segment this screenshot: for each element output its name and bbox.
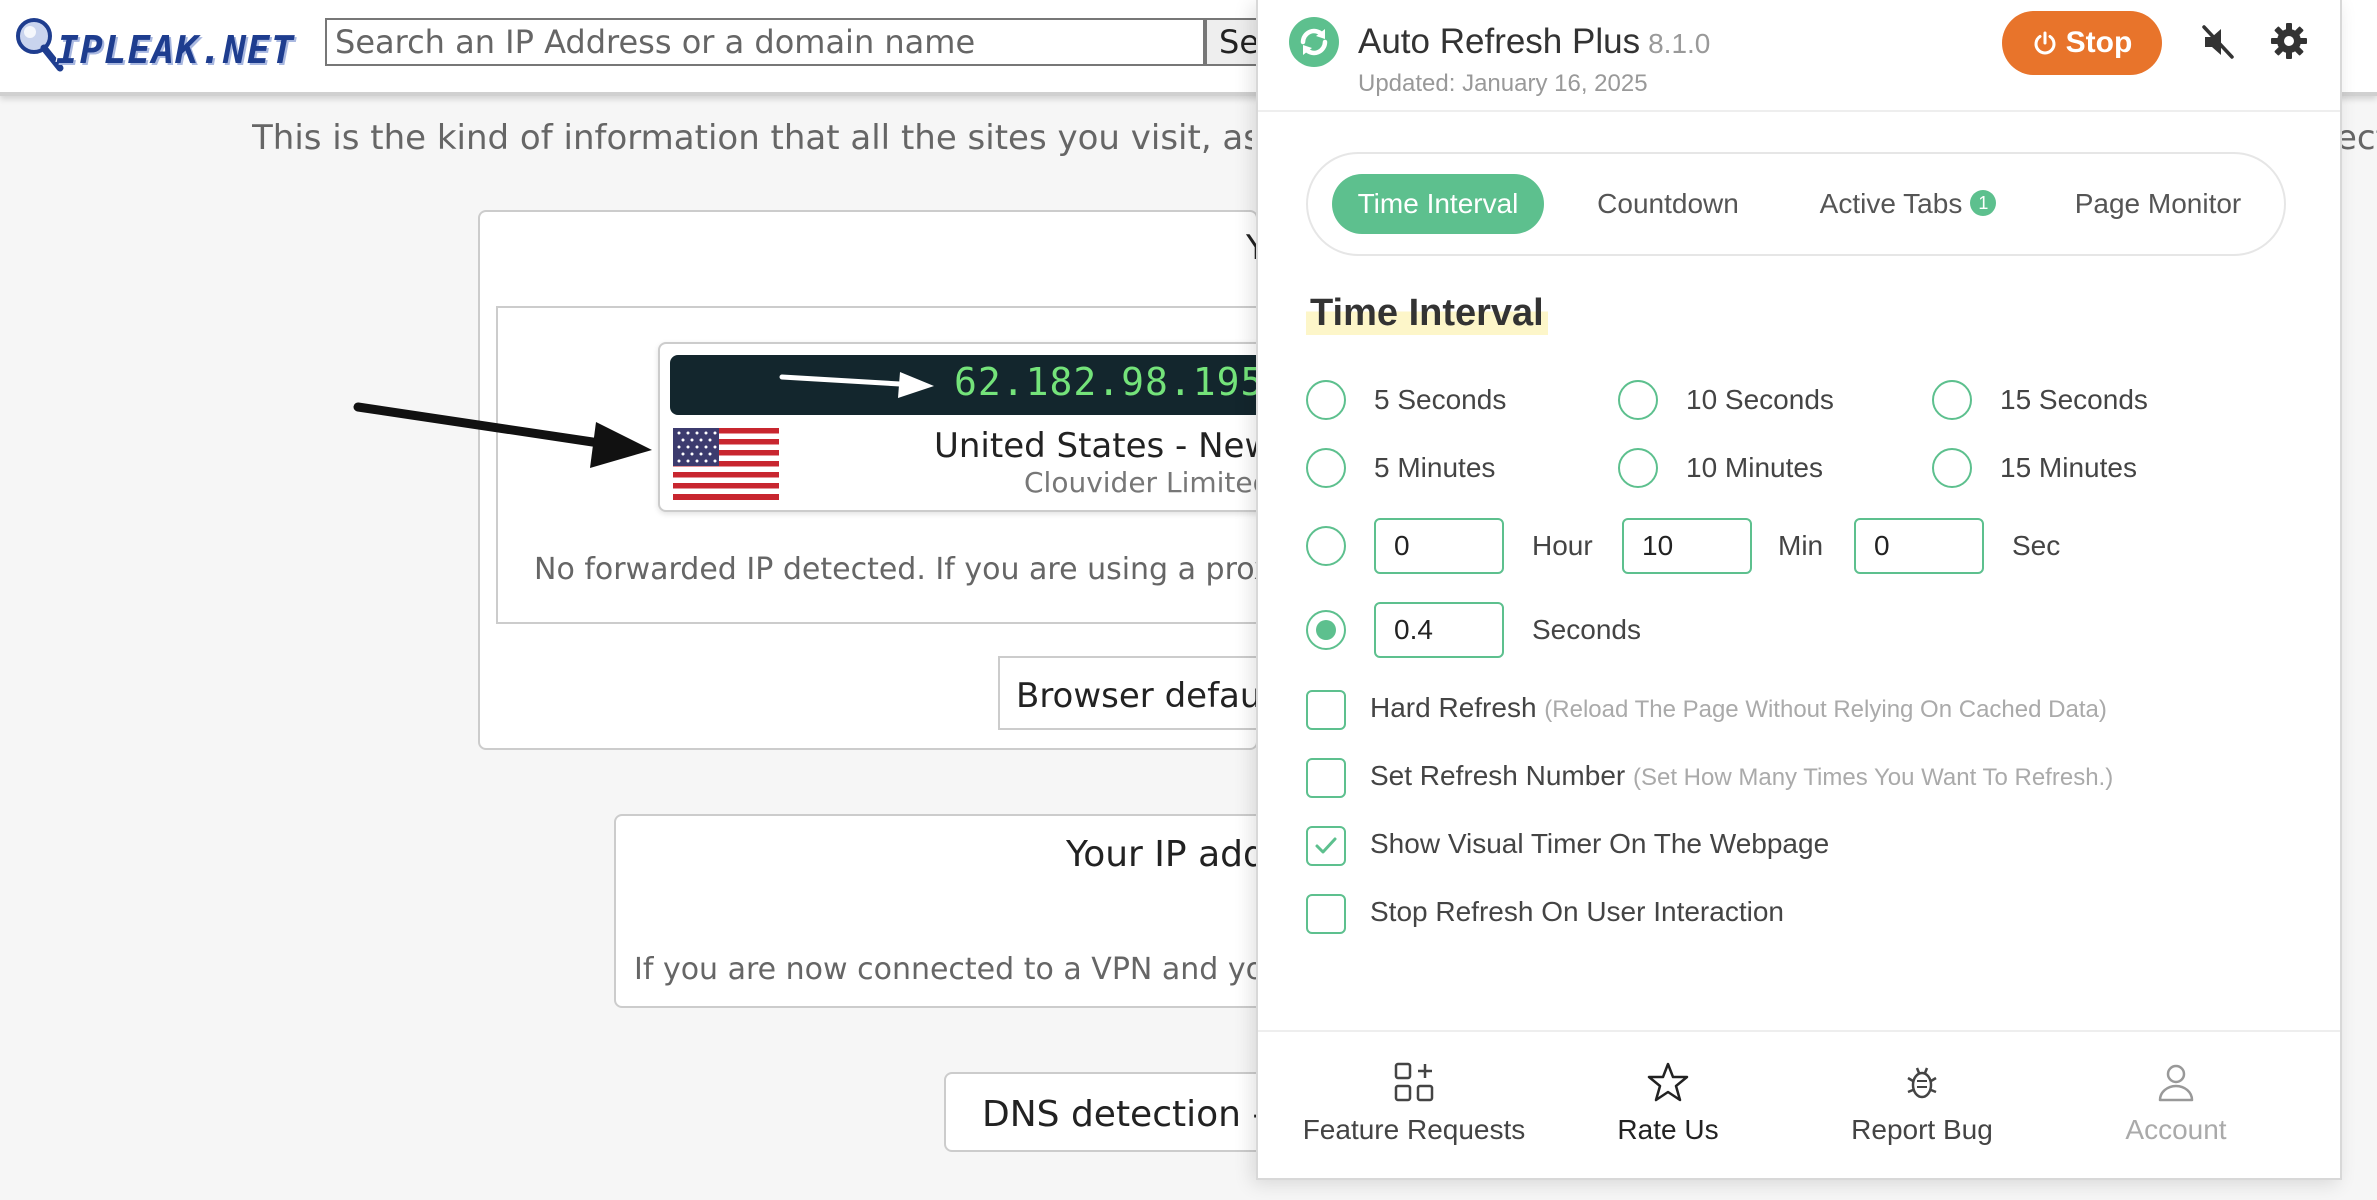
user-icon [2158, 1064, 2194, 1102]
label-10-minutes: 10 Minutes [1686, 452, 1823, 483]
tab-countdown[interactable]: Countdown [1568, 174, 1768, 234]
gear-icon[interactable] [2270, 22, 2308, 60]
feature-requests-label: Feature Requests [1302, 1114, 1526, 1145]
feature-requests-button[interactable]: Feature Requests [1294, 1060, 1534, 1146]
hard-refresh-hint: (Reload The Page Without Relying On Cach… [1544, 696, 2107, 723]
ip-isp: Clouvider Limited [1024, 466, 1264, 499]
rate-us-button[interactable]: Rate Us [1548, 1060, 1788, 1146]
stop-on-interaction-label: Stop Refresh On User Interaction [1370, 896, 1784, 927]
radio-15-seconds[interactable] [1932, 380, 1972, 420]
active-tabs-badge: 1 [1970, 190, 1997, 216]
popup-title: Auto Refresh Plus 8.1.0 [1358, 22, 1710, 62]
browser-default-button[interactable]: Browser default [998, 656, 1268, 730]
popup-version: 8.1.0 [1648, 28, 1711, 59]
star-icon [1647, 1062, 1689, 1102]
report-bug-button[interactable]: Report Bug [1802, 1060, 2042, 1146]
seconds-label: Seconds [1532, 614, 1641, 645]
popup-updated-date: Updated: January 16, 2025 [1358, 70, 1648, 97]
tab-active-tabs-label: Active Tabs [1819, 188, 1963, 219]
tab-time-interval[interactable]: Time Interval [1332, 174, 1544, 234]
radio-custom-time[interactable] [1306, 526, 1346, 566]
popup-footer: Feature Requests Rate Us Report Bug Acco… [1258, 1030, 2340, 1178]
hard-refresh-label: Hard Refresh (Reload The Page Without Re… [1370, 692, 2107, 724]
radio-15-minutes[interactable] [1932, 448, 1972, 488]
site-logo[interactable]: IPLEAK.NET [10, 14, 294, 74]
stop-on-interaction-checkbox[interactable] [1306, 894, 1346, 934]
radio-custom-seconds[interactable] [1306, 610, 1346, 650]
hard-refresh-text: Hard Refresh [1370, 692, 1537, 723]
no-forward-text: No forwarded IP detected. If you are usi… [534, 552, 1264, 587]
label-15-minutes: 15 Minutes [2000, 452, 2137, 483]
hour-input[interactable]: 0 [1374, 518, 1504, 574]
stop-label: Stop [2065, 26, 2133, 59]
site-intro-tail: ect [2336, 118, 2377, 158]
second-label: Sec [2012, 530, 2061, 561]
label-5-seconds: 5 Seconds [1374, 384, 1507, 415]
radio-5-minutes[interactable] [1306, 448, 1346, 488]
hard-refresh-checkbox[interactable] [1306, 690, 1346, 730]
radio-5-seconds[interactable] [1306, 380, 1346, 420]
refresh-number-hint: (Set How Many Times You Want To Refresh.… [1633, 764, 2114, 791]
popup-header: Auto Refresh Plus 8.1.0 Updated: January … [1258, 0, 2340, 112]
logo-text: IPLEAK.NET [56, 28, 295, 72]
site-intro-text: This is the kind of information that all… [252, 118, 1252, 158]
auto-refresh-popup: Auto Refresh Plus 8.1.0 Updated: January … [1256, 0, 2342, 1180]
hour-label: Hour [1532, 530, 1593, 561]
ip-country: United States - New York [934, 426, 1264, 466]
mode-tabs: Time Interval Countdown Active Tabs 1 Pag… [1306, 152, 2286, 256]
minute-input[interactable]: 10 [1622, 518, 1752, 574]
minute-label: Min [1778, 530, 1824, 561]
webrtc-card-title: Your IP addresses [1066, 834, 1266, 875]
refresh-number-text: Set Refresh Number [1370, 760, 1626, 791]
label-5-minutes: 5 Minutes [1374, 452, 1496, 483]
dns-detection-button[interactable]: DNS detection - Activating [944, 1072, 1264, 1152]
visual-timer-label: Show Visual Timer On The Webpage [1370, 828, 1830, 859]
account-button[interactable]: Account [2056, 1060, 2296, 1146]
checkmark-icon [1315, 837, 1337, 854]
radio-10-minutes[interactable] [1618, 448, 1658, 488]
account-label: Account [2125, 1114, 2227, 1145]
label-15-seconds: 15 Seconds [2000, 384, 2148, 415]
webrtc-card-text: If you are now connected to a VPN and yo… [634, 952, 1264, 987]
refresh-number-label: Set Refresh Number (Set How Many Times Y… [1370, 760, 2113, 792]
tab-active-tabs[interactable]: Active Tabs 1 [1798, 174, 2018, 234]
second-input[interactable]: 0 [1854, 518, 1984, 574]
refresh-logo-icon [1289, 17, 1339, 67]
grid-plus-icon [1394, 1062, 1434, 1102]
visual-timer-checkbox[interactable] [1306, 826, 1346, 866]
site-search-input[interactable]: Search an IP Address or a domain name [325, 18, 1205, 66]
speaker-mute-icon[interactable] [2198, 22, 2238, 62]
rate-us-label: Rate Us [1617, 1114, 1719, 1145]
report-bug-label: Report Bug [1851, 1114, 1993, 1145]
section-title: Time Interval [1306, 292, 1548, 335]
bug-icon [1907, 1067, 1937, 1099]
tab-page-monitor[interactable]: Page Monitor [2048, 174, 2268, 234]
radio-10-seconds[interactable] [1618, 380, 1658, 420]
refresh-number-checkbox[interactable] [1306, 758, 1346, 798]
ip-address: 62.182.98.195 [954, 360, 1265, 404]
stop-button[interactable]: Stop [2002, 11, 2162, 75]
power-icon [2034, 31, 2056, 55]
us-flag-icon [673, 428, 779, 500]
seconds-input[interactable]: 0.4 [1374, 602, 1504, 658]
popup-title-text: Auto Refresh Plus [1358, 22, 1641, 61]
label-10-seconds: 10 Seconds [1686, 384, 1834, 415]
